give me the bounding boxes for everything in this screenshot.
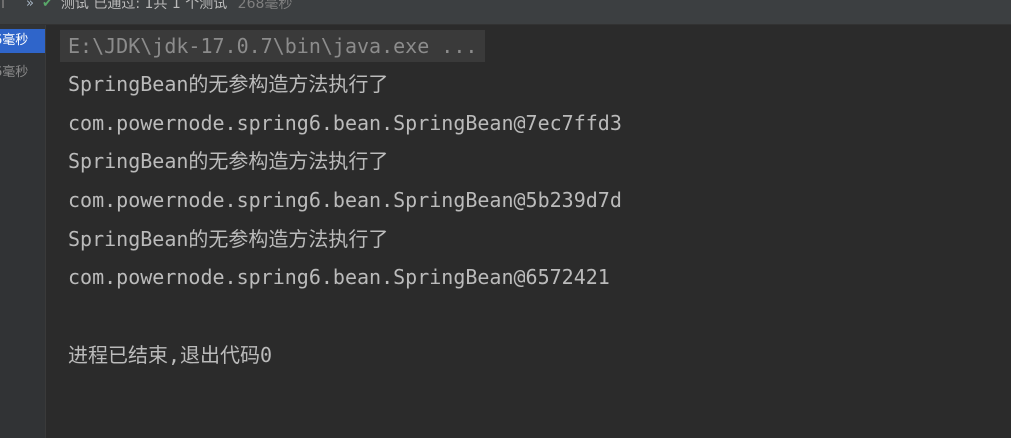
console-line: SpringBean的无参构造方法执行了: [68, 149, 389, 173]
test-duration: 268毫秒: [237, 0, 293, 12]
run-toolbar: » ✔ 测试 已通过: 1共 1 个测试 268毫秒: [0, 0, 1011, 25]
console-command-line[interactable]: E:\JDK\jdk-17.0.7\bin\java.exe ...: [60, 30, 486, 62]
test-tree-item-selected[interactable]: 6毫秒: [0, 29, 45, 53]
test-status-text: 测试 已通过: 1共 1 个测试 268毫秒: [61, 0, 293, 13]
console-output[interactable]: E:\JDK\jdk-17.0.7\bin\java.exe ... Sprin…: [46, 25, 1011, 438]
test-passed-check-icon: ✔: [41, 0, 53, 11]
test-status-label: 测试 已通过: 1共 1 个测试: [60, 0, 228, 12]
test-tree-panel: 6毫秒 6毫秒: [0, 25, 46, 438]
console-line: com.powernode.spring6.bean.SpringBean@7e…: [68, 111, 622, 135]
test-duration-label: 6毫秒: [0, 33, 29, 48]
console-line: SpringBean的无参构造方法执行了: [68, 72, 389, 96]
test-tree-item[interactable]: 6毫秒: [0, 61, 45, 85]
console-line: SpringBean的无参构造方法执行了: [68, 227, 389, 251]
console-line: com.powernode.spring6.bean.SpringBean@5b…: [68, 188, 622, 212]
toolbar-divider: [2, 0, 4, 8]
console-line: com.powernode.spring6.bean.SpringBean@65…: [68, 265, 610, 289]
process-exit-message: 进程已结束,退出代码0: [68, 343, 273, 367]
test-duration-label: 6毫秒: [0, 65, 29, 80]
more-chevron-icon[interactable]: »: [26, 0, 34, 11]
